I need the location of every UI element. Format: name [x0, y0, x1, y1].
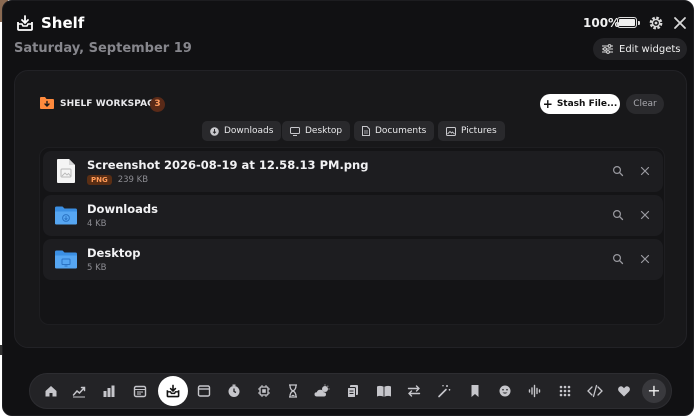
grid-icon[interactable] [556, 382, 574, 400]
code-icon[interactable] [586, 382, 604, 400]
plus-icon: + [542, 97, 553, 111]
search-icon[interactable] [612, 253, 624, 265]
workspace-title: SHELF WORKSPACE [60, 99, 161, 109]
search-icon[interactable] [612, 165, 624, 177]
file-meta: 4 KB [87, 219, 107, 229]
file-size: 239 KB [117, 175, 149, 185]
file-list: Screenshot 2026-08-19 at 12.58.13 PM.png… [39, 147, 665, 325]
picture-icon [446, 126, 456, 136]
shelf-icon[interactable] [164, 382, 182, 400]
magic-wand-icon[interactable] [435, 382, 453, 400]
stash-file-button[interactable]: + Stash File... [540, 94, 620, 114]
file-row[interactable]: Screenshot 2026-08-19 at 12.58.13 PM.png… [43, 151, 663, 192]
quick-link-documents[interactable]: Documents [354, 121, 435, 141]
file-size: 4 KB [87, 219, 107, 229]
home-icon[interactable] [42, 382, 60, 400]
file-row[interactable]: Downloads 4 KB [43, 195, 663, 236]
png-file-icon [57, 159, 75, 183]
clipboard-icon[interactable] [344, 382, 362, 400]
waveform-icon[interactable] [526, 382, 544, 400]
file-size: 5 KB [87, 263, 107, 273]
remove-icon[interactable] [639, 253, 651, 265]
cpu-icon[interactable] [255, 382, 273, 400]
arrows-swap-icon[interactable] [405, 382, 423, 400]
emoji-icon[interactable] [496, 382, 514, 400]
file-meta: 5 KB [87, 263, 107, 273]
heart-icon[interactable] [615, 382, 633, 400]
quick-link-pictures[interactable]: Pictures [438, 121, 505, 141]
file-type-badge: PNG [87, 175, 112, 185]
shelf-app-icon [17, 15, 33, 31]
file-name: Screenshot 2026-08-19 at 12.58.13 PM.png [87, 158, 369, 172]
weather-icon[interactable] [314, 382, 332, 400]
file-name: Downloads [87, 202, 158, 216]
remove-icon[interactable] [639, 165, 651, 177]
document-icon [362, 126, 370, 136]
app-title: Shelf [41, 14, 85, 32]
gear-icon[interactable] [647, 14, 665, 32]
file-row[interactable]: Desktop 5 KB [43, 239, 663, 280]
widget-dock: + [29, 373, 672, 409]
timer-icon[interactable] [225, 382, 243, 400]
quick-link-label: Pictures [461, 126, 497, 136]
chart-line-icon[interactable] [70, 382, 88, 400]
bookmark-icon[interactable] [466, 382, 484, 400]
quick-link-label: Documents [375, 126, 427, 136]
stash-file-label: Stash File... [556, 99, 618, 109]
bar-chart-icon[interactable] [100, 382, 118, 400]
shelf-workspace-widget: SHELF WORKSPACE 3 + Stash File... Clear … [14, 70, 687, 348]
edit-widgets-label: Edit widgets [619, 43, 681, 55]
date-label: Saturday, September 19 [14, 41, 192, 56]
folder-icon [55, 250, 77, 269]
battery-icon [617, 17, 640, 28]
search-icon[interactable] [612, 209, 624, 221]
clear-button[interactable]: Clear [626, 94, 664, 114]
battery-percentage: 100% [583, 16, 621, 30]
folder-download-icon [40, 97, 54, 109]
workspace-count-badge: 3 [150, 97, 165, 112]
quick-link-label: Downloads [224, 126, 274, 136]
close-icon[interactable] [671, 14, 689, 32]
book-icon[interactable] [375, 382, 393, 400]
window-icon[interactable] [195, 382, 213, 400]
shelf-window: Shelf 100% Saturday, September 19 Edit w… [2, 0, 694, 416]
title-bar: Shelf 100% [3, 1, 693, 41]
file-name: Desktop [87, 246, 141, 260]
quick-link-downloads[interactable]: Downloads [202, 121, 282, 141]
download-circle-icon [210, 126, 219, 136]
file-meta: PNG 239 KB [87, 175, 148, 185]
monitor-icon [290, 126, 300, 136]
folder-icon [55, 206, 77, 225]
quick-link-desktop[interactable]: Desktop [282, 121, 351, 141]
edit-widgets-button[interactable]: Edit widgets [593, 38, 687, 60]
sliders-icon [602, 44, 613, 54]
hourglass-icon[interactable] [284, 382, 302, 400]
quick-link-label: Desktop [305, 126, 343, 136]
remove-icon[interactable] [639, 209, 651, 221]
calendar-icon[interactable] [131, 382, 149, 400]
add-widget-button[interactable]: + [642, 379, 666, 403]
